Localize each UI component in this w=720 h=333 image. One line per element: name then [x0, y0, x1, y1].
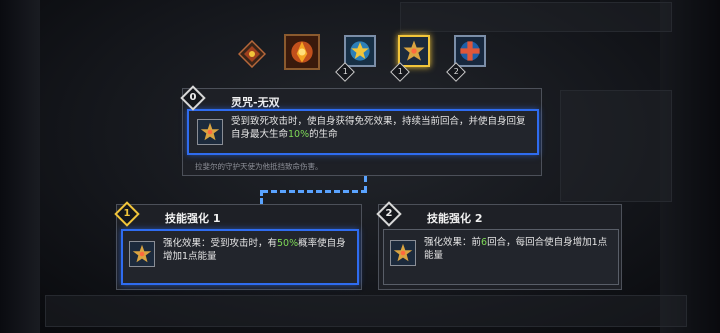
skill-icon-row: 1 1 2 [0, 34, 720, 84]
level-badge-text: 1 [342, 67, 348, 77]
angel-star-icon [400, 37, 428, 65]
angel-star-icon [198, 120, 222, 144]
enhancement-2-icon [390, 240, 416, 266]
emblem-icon [238, 40, 266, 68]
desc-highlight: 50% [277, 238, 299, 249]
level-badge-text: 2 [453, 67, 459, 77]
skill-mini-icon [197, 119, 223, 145]
skill-icon-angel-selected[interactable] [398, 35, 430, 67]
skill-icon-fire[interactable] [284, 34, 320, 70]
enhancement-1-level: 1 [123, 208, 131, 219]
desc-text-end: 的生命 [309, 129, 338, 140]
skill-icon-cross[interactable] [454, 35, 486, 67]
desc-highlight: 10% [288, 129, 310, 140]
enhancement-1-icon [129, 241, 155, 267]
shield-star-icon [346, 37, 374, 65]
enhancement-2-panel[interactable]: 技能强化 2 强化效果：前6回合，每回合使自身增加1点能量 [378, 204, 622, 290]
enhancement-1-title: 技能强化 1 [165, 212, 221, 225]
level-badge-text: 1 [397, 67, 403, 77]
enhancement-1-panel[interactable]: 技能强化 1 强化效果：受到攻击时，有50%概率使自身增加1点能量 [116, 204, 362, 290]
enhancement-2-effect-box: 强化效果：前6回合，每回合使自身增加1点能量 [383, 229, 619, 285]
skill-name: 灵咒-无双 [231, 96, 280, 109]
enhancement-2-level: 2 [385, 208, 393, 219]
enhancement-2-description: 强化效果：前6回合，每回合使自身增加1点能量 [424, 236, 614, 262]
background-panel-right [560, 90, 672, 202]
angel-star-icon [130, 242, 154, 266]
background-panel-top [400, 2, 672, 32]
enhancement-2-title: 技能强化 2 [427, 212, 483, 225]
cross-gem-icon [456, 37, 484, 65]
fire-demon-icon [286, 36, 318, 68]
skill-icon-shield[interactable] [344, 35, 376, 67]
skill-description: 受到致死攻击时，使自身获得免死效果，持续当前回合，并使自身回复自身最大生命10%… [231, 115, 531, 141]
skill-effect-box: 受到致死攻击时，使自身获得免死效果，持续当前回合，并使自身回复自身最大生命10%… [187, 109, 539, 155]
skill-detail-panel: 灵咒-无双 受到致死攻击时，使自身获得免死效果，持续当前回合，并使自身回复自身最… [182, 88, 542, 176]
angel-star-icon [391, 241, 415, 265]
desc-text: 强化效果：受到攻击时，有 [163, 238, 278, 249]
skill-level-text: 0 [189, 92, 197, 103]
background-panel-bottom [45, 295, 687, 327]
enhancement-1-description: 强化效果：受到攻击时，有50%概率使自身增加1点能量 [163, 237, 353, 263]
desc-text: 强化效果：前 [424, 237, 482, 248]
flavor-text: 拉斐尔的守护天使为他抵挡致命伤害。 [195, 162, 323, 171]
skill-icon-emblem[interactable] [238, 40, 266, 68]
enhancement-1-effect-box: 强化效果：受到攻击时，有50%概率使自身增加1点能量 [121, 229, 359, 285]
desc-text: 受到致死攻击时，使自身获得免死效果，持续当前回合，并使自身回复自身最大生命 [231, 116, 526, 140]
connector-line [262, 190, 367, 193]
